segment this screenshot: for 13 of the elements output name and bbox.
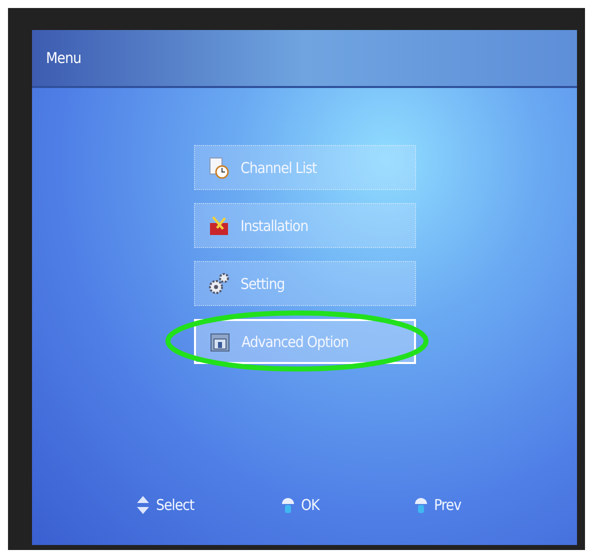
menu-item[interactable]: Setting [194, 261, 416, 306]
menu-item[interactable]: Advanced Option [194, 319, 416, 364]
document-clock-icon [206, 156, 230, 180]
key-hint-label: Prev [434, 496, 461, 514]
menu-title: Menu [46, 49, 82, 67]
key-hint-label: Select [156, 496, 194, 514]
menu-item[interactable]: Installation [194, 203, 416, 248]
menu-item[interactable]: Channel List [194, 145, 416, 190]
remote-key-icon [281, 495, 295, 515]
remote-key-icon [414, 495, 428, 515]
key-hint-label: OK [301, 496, 320, 514]
gears-icon [206, 272, 230, 296]
up-down-arrows-icon [136, 495, 150, 515]
